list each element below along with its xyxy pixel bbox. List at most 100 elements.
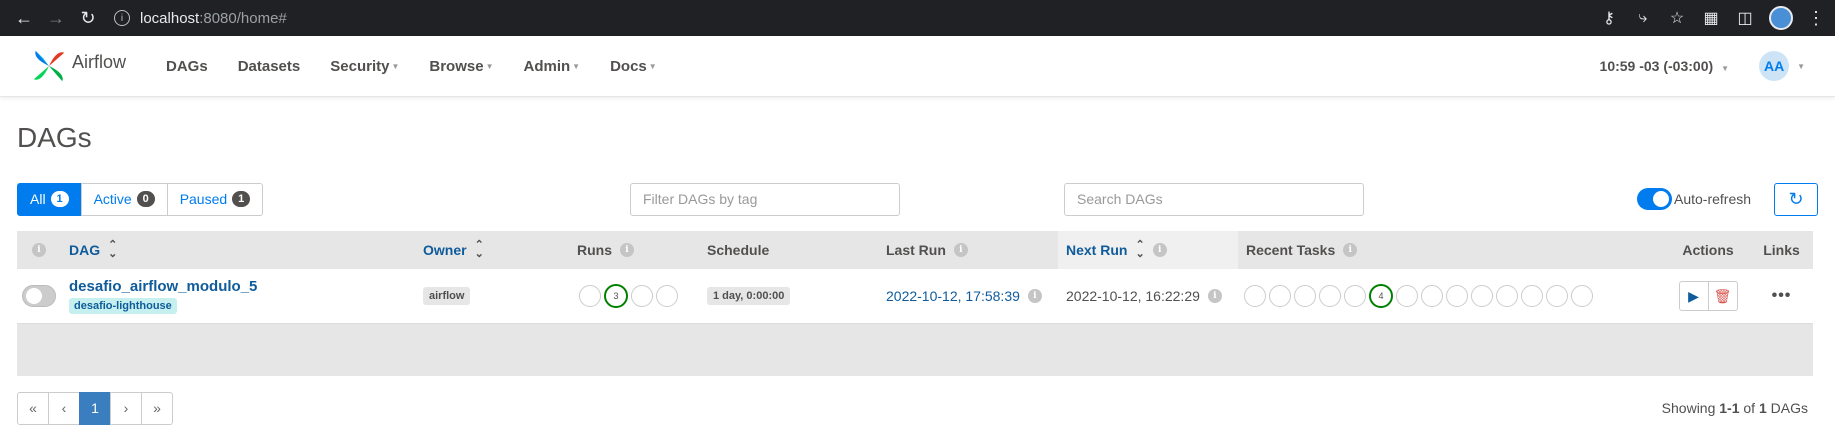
run-state-circle[interactable] [579, 285, 601, 307]
owner-pill[interactable]: airflow [423, 287, 471, 305]
cell-last-run: 2022-10-12, 17:58:39 i [878, 269, 1058, 323]
cell-recent-tasks: 4 [1238, 269, 1666, 323]
cell-next-run: 2022-10-12, 16:22:29 i [1058, 269, 1238, 323]
bookmark-star-icon[interactable]: ☆ [1667, 8, 1687, 28]
header-dag[interactable]: DAG ⌃ ⌄ [61, 231, 415, 269]
count-badge: 1 [50, 191, 69, 207]
dag-pause-toggle[interactable] [22, 285, 56, 307]
filter-all-button[interactable]: All 1 [17, 182, 82, 216]
filter-active-button[interactable]: Active 0 [80, 182, 168, 216]
task-state-circle[interactable] [1421, 285, 1443, 307]
caret-down-icon: ▼ [1721, 64, 1730, 73]
task-state-circle[interactable] [1496, 285, 1518, 307]
autorefresh-control: Auto-refresh [1637, 188, 1751, 210]
menu-security[interactable]: Security ▼ [330, 58, 399, 75]
browser-menu-icon[interactable]: ⋮ [1807, 8, 1825, 29]
info-icon[interactable]: i [620, 243, 634, 257]
refresh-icon: ↻ [1788, 188, 1804, 209]
showing-suffix: DAGs [1770, 400, 1808, 416]
menu-admin-label: Admin [523, 57, 571, 75]
site-info-icon[interactable]: i [114, 10, 130, 26]
info-icon[interactable]: i [1152, 243, 1167, 257]
info-icon[interactable]: i [32, 243, 46, 257]
tag-filter-input[interactable]: Filter DAGs by tag [630, 182, 900, 216]
page-first-button[interactable]: « [17, 391, 49, 425]
brand-name: Airflow [72, 51, 127, 72]
cell-actions: ▶ 🗑 [1666, 269, 1750, 323]
extensions-puzzle-icon[interactable]: ▦ [1701, 8, 1721, 28]
info-icon[interactable]: i [1027, 289, 1042, 303]
task-state-circle[interactable] [1446, 285, 1468, 307]
info-icon[interactable]: i [1343, 243, 1358, 257]
reload-icon[interactable]: ↻ [74, 4, 102, 32]
profile-avatar-icon[interactable] [1769, 6, 1793, 30]
table-row: desafio_airflow_modulo_5 desafio-lightho… [17, 269, 1813, 323]
forward-arrow-icon[interactable]: → [42, 4, 70, 32]
showing-summary: Showing 1-1 of 1 DAGs [1662, 400, 1808, 416]
showing-of: of [1743, 400, 1756, 416]
task-state-circle[interactable] [1546, 285, 1568, 307]
timezone-clock[interactable]: 10:59 -03 (-03:00) ▼ [1600, 58, 1730, 74]
task-state-circle[interactable] [1244, 285, 1266, 307]
task-state-circle-success[interactable]: 4 [1369, 284, 1393, 308]
search-dags-input[interactable]: Search DAGs [1064, 182, 1364, 216]
page-last-button[interactable]: » [141, 391, 173, 425]
filter-paused-button[interactable]: Paused 1 [166, 182, 264, 216]
header-owner-label: Owner [423, 242, 467, 258]
menu-admin[interactable]: Admin ▼ [523, 58, 580, 75]
page-next-button[interactable]: › [110, 391, 142, 425]
next-run-value: 2022-10-12, 16:22:29 [1066, 288, 1200, 304]
address-bar[interactable]: i localhost:8080/home# [114, 10, 287, 27]
trigger-dag-button[interactable]: ▶ [1678, 281, 1709, 311]
header-next-run[interactable]: Next Run ⌃ ⌄ i [1058, 231, 1238, 269]
user-menu[interactable]: AA ▼ [1759, 51, 1805, 81]
page-prev-button[interactable]: ‹ [48, 391, 80, 425]
header-last-run: Last Run i [878, 231, 1058, 269]
task-state-circle[interactable] [1571, 285, 1593, 307]
dag-id-link[interactable]: desafio_airflow_modulo_5 [69, 278, 257, 295]
refresh-button[interactable]: ↻ [1774, 182, 1818, 216]
caret-down-icon: ▼ [1797, 61, 1805, 71]
header-links: Links [1750, 231, 1813, 269]
task-state-circle[interactable] [1319, 285, 1341, 307]
task-state-circle[interactable] [1294, 285, 1316, 307]
last-run-link[interactable]: 2022-10-12, 17:58:39 [886, 288, 1020, 304]
task-state-circle[interactable] [1521, 285, 1543, 307]
task-state-circle[interactable] [1471, 285, 1493, 307]
task-state-circle[interactable] [1396, 285, 1418, 307]
run-state-circle[interactable] [631, 285, 653, 307]
menu-datasets[interactable]: Datasets [238, 58, 301, 75]
info-icon[interactable]: i [1207, 289, 1222, 303]
header-owner[interactable]: Owner ⌃ ⌄ [415, 231, 569, 269]
page-current-button[interactable]: 1 [79, 391, 111, 425]
info-icon[interactable]: i [953, 243, 968, 257]
menu-browse[interactable]: Browse ▼ [429, 58, 493, 75]
cell-owner: airflow [415, 269, 569, 323]
menu-docs[interactable]: Docs ▼ [610, 58, 657, 75]
status-filter: All 1 Active 0 Paused 1 [17, 182, 264, 216]
header-recent-tasks: Recent Tasks i [1238, 231, 1666, 269]
header-info: i [17, 231, 61, 269]
autorefresh-toggle[interactable] [1637, 188, 1672, 210]
menu-dags[interactable]: DAGs [166, 58, 208, 75]
delete-dag-button[interactable]: 🗑 [1707, 281, 1738, 311]
task-state-circle[interactable] [1269, 285, 1291, 307]
links-more-icon[interactable]: ••• [1772, 287, 1792, 305]
caret-down-icon: ▼ [391, 62, 400, 72]
cell-toggle [17, 269, 61, 323]
header-actions: Actions [1666, 231, 1750, 269]
filter-all-label: All [30, 191, 46, 207]
sort-icon: ⌃ ⌄ [474, 239, 484, 260]
airflow-logo[interactable]: Airflow [30, 47, 126, 85]
cell-links: ••• [1750, 269, 1813, 323]
task-state-circle[interactable] [1344, 285, 1366, 307]
menu-datasets-label: Datasets [237, 57, 301, 75]
side-panel-icon[interactable]: ◫ [1735, 8, 1755, 28]
key-icon[interactable]: ⚷ [1599, 8, 1619, 28]
dag-tag[interactable]: desafio-lighthouse [69, 298, 177, 314]
share-icon[interactable]: ⤷ [1633, 9, 1653, 27]
run-state-circle[interactable] [656, 285, 678, 307]
run-state-circle-success[interactable]: 3 [604, 284, 628, 308]
back-arrow-icon[interactable]: ← [10, 4, 38, 32]
menu-dags-label: DAGs [166, 57, 208, 75]
